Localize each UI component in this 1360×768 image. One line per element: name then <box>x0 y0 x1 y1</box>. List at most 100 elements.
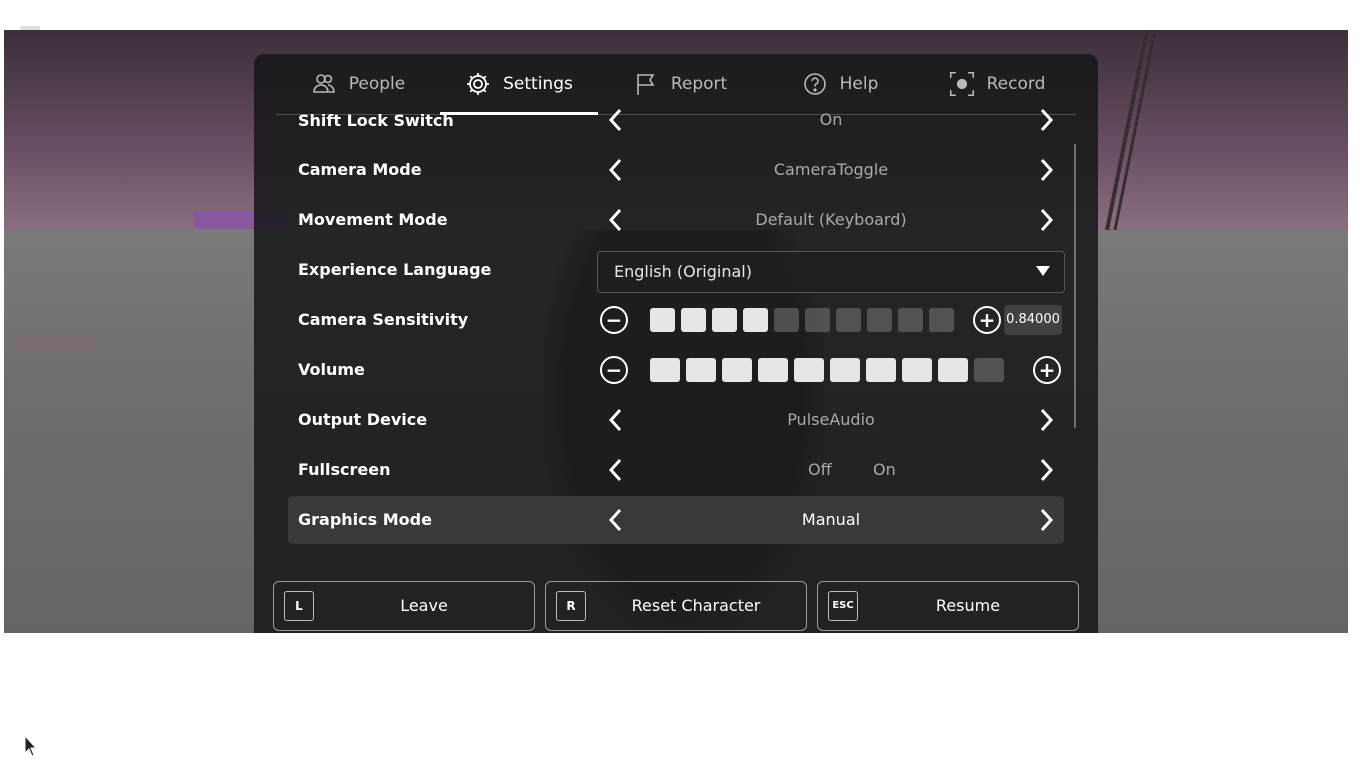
next-option-button[interactable] <box>1032 505 1062 535</box>
language-dropdown[interactable]: English (Original) <box>597 251 1065 293</box>
slider-segment[interactable] <box>758 358 788 382</box>
setting-row-camera-sensitivity: Camera Sensitivity − + 0.84000 <box>288 296 1064 344</box>
previous-option-button[interactable] <box>600 455 630 485</box>
setting-row-experience-language: Experience Language English (Original) <box>288 246 1065 294</box>
record-icon <box>949 71 974 97</box>
resume-button[interactable]: ESC Resume <box>817 581 1079 631</box>
next-option-button[interactable] <box>1032 405 1062 435</box>
chevron-left-icon <box>608 208 622 232</box>
reset-character-button[interactable]: R Reset Character <box>545 581 807 631</box>
next-option-button[interactable] <box>1032 205 1062 235</box>
button-label: Leave <box>400 596 448 615</box>
slider-segment[interactable] <box>867 308 892 332</box>
flag-icon <box>637 74 655 95</box>
previous-option-button[interactable] <box>600 105 630 135</box>
slider-segment[interactable] <box>722 358 752 382</box>
setting-value: Manual <box>801 510 861 529</box>
setting-value: PulseAudio <box>787 410 875 429</box>
people-icon <box>312 74 335 93</box>
keybind-badge: ESC <box>828 591 858 621</box>
previous-option-button[interactable] <box>600 205 630 235</box>
chevron-left-icon <box>608 408 622 432</box>
slider-segment[interactable] <box>898 308 923 332</box>
chevron-right-icon <box>1040 458 1054 482</box>
minus-icon: − <box>605 358 623 382</box>
leave-button[interactable]: L Leave <box>273 581 535 631</box>
decrease-button[interactable]: − <box>600 306 628 334</box>
bottom-button-bar: L Leave R Reset Character ESC Resume <box>273 581 1079 631</box>
volume-slider[interactable] <box>650 358 1004 382</box>
chevron-left-icon <box>608 108 622 132</box>
slider-segment[interactable] <box>650 308 675 332</box>
chevron-right-icon <box>1040 208 1054 232</box>
tab-label: Help <box>839 74 879 94</box>
tab-label: Report <box>670 74 728 94</box>
slider-segment[interactable] <box>774 308 799 332</box>
slider-segment[interactable] <box>974 358 1004 382</box>
sensitivity-slider[interactable] <box>650 308 954 332</box>
setting-row-output-device: Output Device PulseAudio <box>288 396 1064 444</box>
setting-label: Movement Mode <box>298 210 448 229</box>
tab-settings[interactable]: Settings <box>440 54 598 115</box>
slider-segment[interactable] <box>743 308 768 332</box>
increase-button[interactable]: + <box>973 306 1001 334</box>
player-nametag <box>16 334 94 354</box>
previous-option-button[interactable] <box>600 405 630 435</box>
next-option-button[interactable] <box>1032 105 1062 135</box>
keybind-badge: R <box>556 591 586 621</box>
setting-label: Fullscreen <box>298 460 391 479</box>
scrollbar[interactable] <box>1074 144 1076 428</box>
dropdown-value: English (Original) <box>614 262 752 281</box>
slider-segment[interactable] <box>681 308 706 332</box>
slider-segment[interactable] <box>712 308 737 332</box>
caret-down-icon <box>1036 266 1050 276</box>
setting-label: Volume <box>298 360 365 379</box>
setting-row-fullscreen: Fullscreen Off On <box>288 446 1064 494</box>
slider-segment[interactable] <box>929 308 954 332</box>
fullscreen-on-option[interactable]: On <box>873 446 896 494</box>
next-option-button[interactable] <box>1032 455 1062 485</box>
chevron-right-icon <box>1040 408 1054 432</box>
slider-segment[interactable] <box>650 358 680 382</box>
setting-label: Output Device <box>298 410 428 429</box>
setting-label: Graphics Mode <box>298 510 432 529</box>
chevron-right-icon <box>1040 158 1054 182</box>
next-option-button[interactable] <box>1032 155 1062 185</box>
settings-menu: People Settings Report Help Record Shift… <box>254 54 1098 633</box>
plus-icon: + <box>978 308 996 332</box>
tab-label: Record <box>986 74 1046 94</box>
button-label: Reset Character <box>631 596 761 615</box>
plus-icon: + <box>1038 358 1056 382</box>
setting-row-movement-mode: Movement Mode Default (Keyboard) <box>288 196 1064 244</box>
setting-value: On <box>819 110 843 129</box>
decrease-button[interactable]: − <box>600 356 628 384</box>
gear-icon <box>467 73 490 95</box>
chevron-left-icon <box>608 458 622 482</box>
slider-segment[interactable] <box>836 308 861 332</box>
keybind-badge: L <box>284 591 314 621</box>
slider-segment[interactable] <box>686 358 716 382</box>
increase-button[interactable]: + <box>1033 356 1061 384</box>
previous-option-button[interactable] <box>600 505 630 535</box>
slider-segment[interactable] <box>938 358 968 382</box>
minus-icon: − <box>605 308 623 332</box>
chevron-left-icon <box>608 508 622 532</box>
setting-row-volume: Volume − + <box>288 346 1064 394</box>
crane-structure <box>1105 30 1157 230</box>
slider-segment[interactable] <box>805 308 830 332</box>
slider-segment[interactable] <box>902 358 932 382</box>
help-icon <box>803 73 826 95</box>
setting-value: CameraToggle <box>773 160 889 179</box>
setting-label: Camera Mode <box>298 160 422 179</box>
slider-segment[interactable] <box>794 358 824 382</box>
setting-label: Experience Language <box>298 260 492 279</box>
previous-option-button[interactable] <box>600 155 630 185</box>
tab-label: People <box>348 74 406 94</box>
sensitivity-value-input[interactable]: 0.84000 <box>1004 305 1062 335</box>
setting-value: Default (Keyboard) <box>755 210 907 229</box>
slider-segment[interactable] <box>866 358 896 382</box>
chevron-right-icon <box>1040 108 1054 132</box>
fullscreen-off-option[interactable]: Off <box>808 446 832 494</box>
slider-segment[interactable] <box>830 358 860 382</box>
setting-label: Shift Lock Switch <box>298 111 454 130</box>
